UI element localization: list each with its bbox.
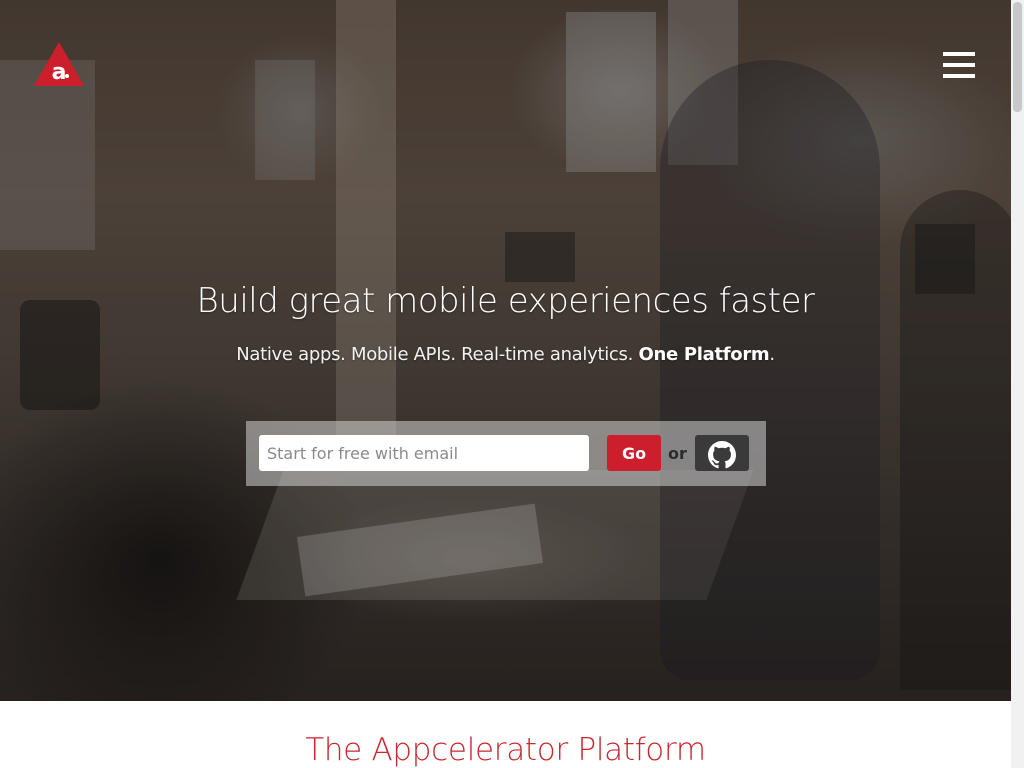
logo-triangle: a	[34, 42, 84, 86]
page-scrollbar[interactable]	[1011, 0, 1024, 768]
platform-title: The Appcelerator Platform	[305, 732, 706, 768]
email-field[interactable]	[259, 435, 589, 471]
github-signin-button[interactable]	[695, 435, 749, 471]
subhead-text: Native apps. Mobile APIs. Real-time anal…	[236, 344, 639, 365]
menu-bar	[943, 74, 975, 78]
subhead-bold: One Platform	[638, 344, 770, 365]
subhead-suffix: .	[769, 344, 775, 365]
scrollbar-thumb[interactable]	[1013, 2, 1022, 112]
logo-letter: a	[52, 60, 67, 85]
hamburger-menu-icon[interactable]	[943, 52, 975, 80]
menu-bar	[943, 52, 975, 56]
hero-section: a Build great mobile experiences faster …	[0, 0, 1011, 701]
menu-bar	[943, 63, 975, 67]
or-label: or	[668, 444, 687, 463]
hero-headline: Build great mobile experiences faster	[196, 281, 815, 321]
platform-section: The Appcelerator Platform	[0, 701, 1024, 768]
github-icon	[708, 441, 736, 469]
signup-form: Go or	[246, 421, 766, 486]
hero-subhead: Native apps. Mobile APIs. Real-time anal…	[0, 344, 1011, 365]
go-button[interactable]: Go	[607, 435, 661, 471]
appcelerator-logo-icon[interactable]: a	[34, 42, 84, 88]
